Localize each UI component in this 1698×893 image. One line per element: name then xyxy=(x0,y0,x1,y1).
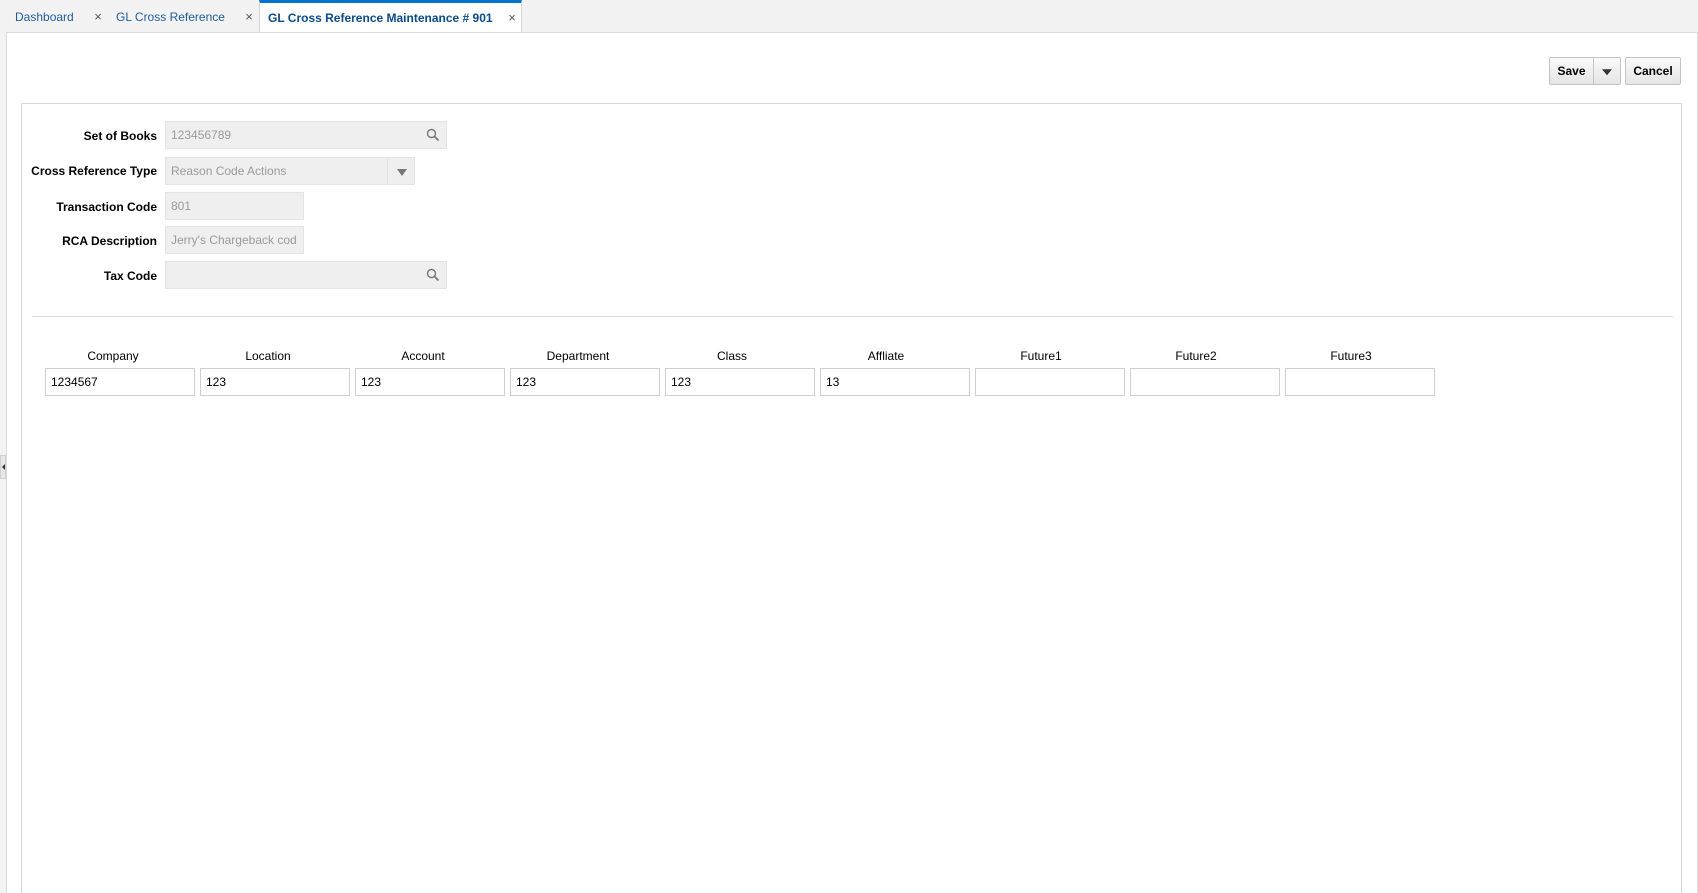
future2-input[interactable] xyxy=(1130,368,1280,396)
save-button[interactable]: Save xyxy=(1549,57,1593,85)
search-icon[interactable] xyxy=(426,268,440,282)
column-header-account: Account xyxy=(401,349,445,363)
tab-dashboard[interactable]: Dashboard × xyxy=(15,0,110,33)
location-input[interactable]: 123 xyxy=(200,368,350,396)
section-divider xyxy=(32,316,1673,317)
column-header-future2: Future2 xyxy=(1175,349,1217,363)
tax-code-field[interactable] xyxy=(165,261,447,289)
transaction-code-field[interactable]: 801 xyxy=(165,192,304,220)
rca-description-label: RCA Description xyxy=(62,234,157,248)
cross-reference-type-select[interactable]: Reason Code Actions xyxy=(165,157,388,185)
rca-description-value: Jerry's Chargeback cod xyxy=(171,233,297,247)
close-icon[interactable]: × xyxy=(242,9,256,24)
column-header-company: Company xyxy=(87,349,139,363)
rca-description-field[interactable]: Jerry's Chargeback cod xyxy=(165,226,304,254)
future1-input[interactable] xyxy=(975,368,1125,396)
department-input[interactable]: 123 xyxy=(510,368,660,396)
close-icon[interactable]: × xyxy=(505,10,519,25)
search-icon[interactable] xyxy=(426,128,440,142)
set-of-books-label: Set of Books xyxy=(83,129,157,143)
save-options-dropdown[interactable] xyxy=(1593,57,1621,85)
transaction-code-label: Transaction Code xyxy=(56,200,157,214)
tab-bar: Dashboard × GL Cross Reference × GL Cros… xyxy=(0,0,1698,33)
class-input[interactable]: 123 xyxy=(665,368,815,396)
company-input[interactable]: 1234567 xyxy=(45,368,195,396)
tab-maintenance-label[interactable]: GL Cross Reference Maintenance # 901 xyxy=(268,11,493,25)
form-panel xyxy=(21,103,1682,893)
cross-reference-type-value: Reason Code Actions xyxy=(171,164,287,178)
tab-gl-cross-reference-label[interactable]: GL Cross Reference xyxy=(116,10,225,24)
save-button-group: Save xyxy=(1549,57,1621,85)
set-of-books-value: 123456789 xyxy=(171,128,232,142)
close-icon[interactable]: × xyxy=(91,9,105,24)
column-header-affliate: Affliate xyxy=(867,349,905,363)
set-of-books-field[interactable]: 123456789 xyxy=(165,121,447,149)
column-header-department: Department xyxy=(546,349,610,363)
column-header-location: Location xyxy=(245,349,291,363)
account-input[interactable]: 123 xyxy=(355,368,505,396)
tab-dashboard-label[interactable]: Dashboard xyxy=(15,10,74,24)
tax-code-label: Tax Code xyxy=(103,269,157,283)
affliate-input[interactable]: 13 xyxy=(820,368,970,396)
chevron-down-icon[interactable] xyxy=(387,157,415,185)
column-header-future3: Future3 xyxy=(1330,349,1372,363)
cancel-button[interactable]: Cancel xyxy=(1625,57,1681,85)
tab-gl-cross-reference[interactable]: GL Cross Reference × xyxy=(116,0,256,33)
transaction-code-value: 801 xyxy=(171,199,192,213)
future3-input[interactable] xyxy=(1285,368,1435,396)
column-header-future1: Future1 xyxy=(1020,349,1062,363)
tab-gl-cross-reference-maintenance[interactable]: GL Cross Reference Maintenance # 901 × xyxy=(259,0,522,33)
cross-reference-type-label: Cross Reference Type xyxy=(31,164,157,178)
column-header-class: Class xyxy=(716,349,747,363)
